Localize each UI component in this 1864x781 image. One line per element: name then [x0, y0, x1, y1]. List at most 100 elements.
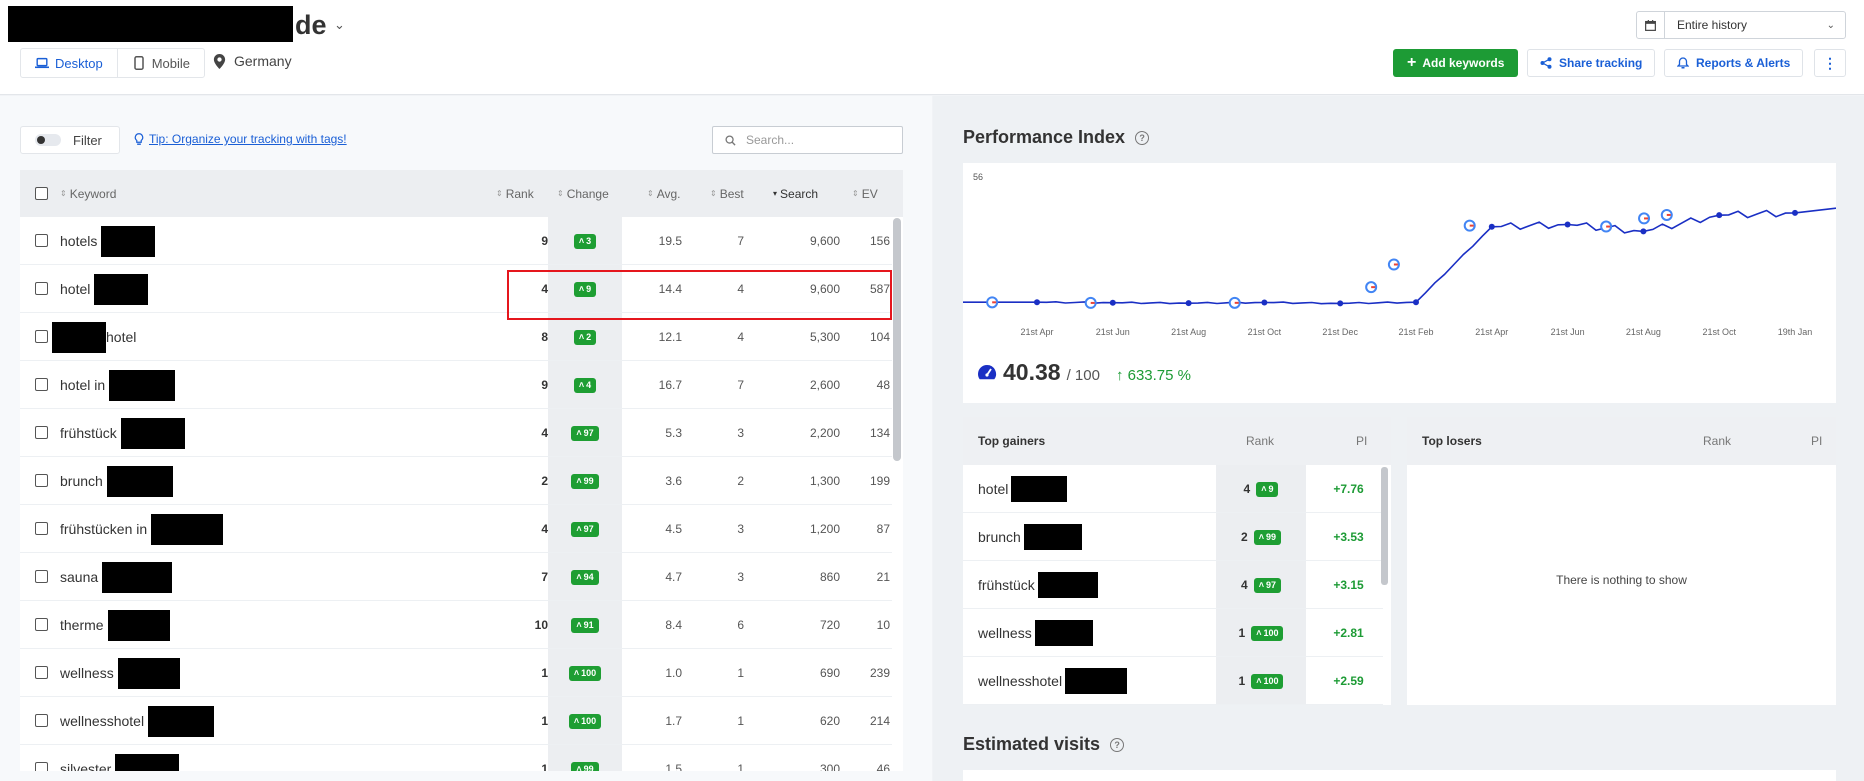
keyword-cell[interactable]: frühstück — [60, 409, 185, 457]
row-checkbox[interactable] — [35, 282, 48, 295]
search-input[interactable] — [746, 133, 886, 147]
row-checkbox[interactable] — [35, 234, 48, 247]
data-point[interactable] — [1564, 221, 1571, 228]
google-update-icon[interactable] — [1638, 212, 1651, 225]
google-update-icon[interactable] — [1463, 219, 1476, 232]
tags-tip-link[interactable]: Tip: Organize your tracking with tags! — [134, 132, 347, 146]
google-update-icon[interactable] — [1600, 220, 1613, 233]
date-range-select[interactable]: Entire history ⌄ — [1636, 11, 1846, 39]
redacted-text — [115, 753, 180, 771]
row-checkbox[interactable] — [35, 426, 48, 439]
device-switcher: Desktop Mobile — [20, 48, 205, 78]
caret-up-icon: ˄ — [578, 235, 585, 246]
keyword-cell[interactable]: wellness — [60, 649, 180, 697]
google-update-icon[interactable] — [1084, 296, 1097, 309]
data-point[interactable] — [1413, 299, 1419, 306]
table-row[interactable]: sauna 7 ˄ 94 4.7 3 860 21 — [20, 553, 892, 601]
keyword-cell[interactable]: sauna — [60, 553, 173, 601]
keyword-text: hotels — [60, 233, 98, 249]
keyword-cell[interactable]: hotel — [52, 313, 136, 361]
table-scrollbar[interactable] — [893, 218, 901, 461]
keyword-cell[interactable]: silvester — [60, 745, 180, 771]
row-checkbox[interactable] — [35, 378, 48, 391]
keyword-cell[interactable]: hotels — [60, 217, 156, 265]
mobile-tab[interactable]: Mobile — [118, 49, 204, 77]
gainer-row[interactable]: wellness 1 ˄ 100 +2.81 — [963, 609, 1383, 657]
column-keyword[interactable]: ⇕ Keyword — [60, 187, 116, 201]
row-checkbox[interactable] — [35, 714, 48, 727]
table-row[interactable]: hotels 9 ˄ 3 19.5 7 9,600 156 — [20, 217, 892, 265]
gainers-scrollbar[interactable] — [1381, 467, 1388, 585]
gainer-row[interactable]: wellnesshotel 1 ˄ 100 +2.59 — [963, 657, 1383, 705]
add-keywords-button[interactable]: + Add keywords — [1393, 49, 1519, 77]
row-checkbox[interactable] — [35, 762, 48, 771]
keyword-cell[interactable]: brunch — [60, 457, 173, 505]
column-change[interactable]: ⇕ Change — [557, 187, 609, 201]
table-row[interactable]: silvester 1 ˄ 99 1.5 1 300 46 — [20, 745, 892, 771]
table-row[interactable]: hotel 8 ˄ 2 12.1 4 5,300 104 — [20, 313, 892, 361]
keyword-cell[interactable]: frühstücken in — [60, 505, 224, 553]
row-checkbox[interactable] — [35, 666, 48, 679]
google-update-icon[interactable] — [986, 296, 999, 309]
google-update-icon[interactable] — [1387, 258, 1400, 271]
column-search[interactable]: ▾ Search — [773, 187, 818, 201]
help-icon[interactable]: ? — [1110, 737, 1125, 752]
keyword-cell[interactable]: hotel — [60, 265, 149, 313]
toggle-switch[interactable] — [35, 134, 61, 146]
table-row[interactable]: frühstücken in 4 ˄ 97 4.5 3 1,200 87 — [20, 505, 892, 553]
search-volume-cell: 1,200 — [809, 522, 840, 536]
row-checkbox[interactable] — [35, 570, 48, 583]
table-row[interactable]: wellnesshotel 1 ˄ 100 1.7 1 620 214 — [20, 697, 892, 745]
google-update-icon[interactable] — [1228, 296, 1241, 309]
gainer-row[interactable]: frühstück 4 ˄ 97 +3.15 — [963, 561, 1383, 609]
column-avg[interactable]: ⇕ Avg. — [647, 187, 681, 201]
row-checkbox[interactable] — [35, 522, 48, 535]
vertical-dots-icon: ⋮ — [1823, 55, 1837, 71]
bell-icon — [1677, 57, 1689, 69]
highlight-annotation — [507, 270, 892, 320]
gainer-row[interactable]: hotel 4 ˄ 9 +7.76 — [963, 465, 1383, 513]
gainer-row[interactable]: brunch 2 ˄ 99 +3.53 — [963, 513, 1383, 561]
table-row[interactable]: therme 10 ˄ 91 8.4 6 720 10 — [20, 601, 892, 649]
google-update-icon[interactable] — [1660, 208, 1673, 221]
keyword-search[interactable] — [712, 126, 903, 154]
ev-cell: 199 — [869, 474, 890, 488]
project-title-suffix[interactable]: de — [295, 10, 327, 41]
data-point[interactable] — [1185, 300, 1192, 307]
row-checkbox[interactable] — [35, 618, 48, 631]
keyword-cell[interactable]: wellnesshotel — [60, 697, 215, 745]
data-point[interactable] — [1337, 300, 1344, 307]
data-point[interactable] — [1034, 299, 1040, 306]
keyword-cell[interactable]: hotel in — [60, 361, 176, 409]
desktop-tab[interactable]: Desktop — [21, 49, 118, 77]
google-update-icon[interactable] — [1365, 281, 1378, 294]
keyword-cell[interactable]: therme — [60, 601, 170, 649]
filter-toggle[interactable]: Filter — [20, 126, 120, 154]
data-point[interactable] — [1640, 228, 1647, 235]
keyword-text: frühstück — [60, 425, 117, 441]
table-row[interactable]: wellness 1 ˄ 100 1.0 1 690 239 — [20, 649, 892, 697]
help-icon[interactable]: ? — [1135, 130, 1150, 145]
column-ev[interactable]: ⇕ EV — [852, 187, 878, 201]
chevron-down-icon[interactable]: ⌄ — [334, 17, 345, 33]
data-point[interactable] — [1109, 299, 1116, 306]
more-options-button[interactable]: ⋮ — [1814, 49, 1846, 77]
select-all-checkbox[interactable] — [35, 187, 48, 200]
column-best[interactable]: ⇕ Best — [710, 187, 744, 201]
share-tracking-button[interactable]: Share tracking — [1527, 49, 1656, 77]
row-checkbox[interactable] — [35, 474, 48, 487]
column-rank[interactable]: ⇕ Rank — [496, 187, 534, 201]
performance-chart[interactable]: 56 21st Apr 21st Jun 21st Aug 21st Oct 21st D… — [963, 163, 1836, 353]
data-point[interactable] — [1792, 209, 1798, 216]
table-row[interactable]: hotel in 9 ˄ 4 16.7 7 2,600 48 — [20, 361, 892, 409]
row-checkbox[interactable] — [35, 330, 48, 343]
data-point[interactable] — [1488, 223, 1495, 230]
filter-label: Filter — [73, 132, 102, 148]
add-keywords-label: Add keywords — [1422, 56, 1505, 70]
table-row[interactable]: brunch 2 ˄ 99 3.6 2 1,300 199 — [20, 457, 892, 505]
location-selector[interactable]: Germany — [213, 53, 292, 69]
data-point[interactable] — [1716, 212, 1723, 219]
data-point[interactable] — [1261, 299, 1268, 306]
table-row[interactable]: frühstück 4 ˄ 97 5.3 3 2,200 134 — [20, 409, 892, 457]
reports-alerts-button[interactable]: Reports & Alerts — [1664, 49, 1804, 77]
